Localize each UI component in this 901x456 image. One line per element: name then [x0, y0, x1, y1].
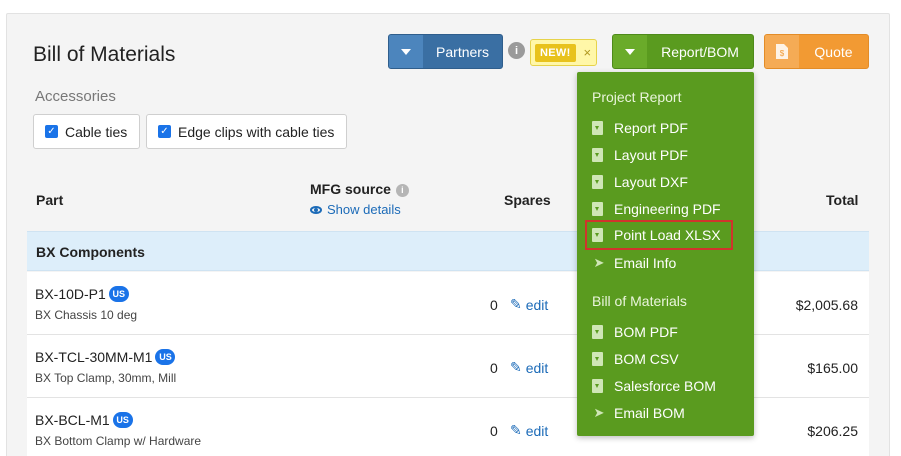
- show-details-link[interactable]: Show details: [310, 202, 401, 217]
- report-bom-dropdown: Project Report Report PDF Layout PDF Lay…: [577, 72, 754, 436]
- menu-item-bom-pdf[interactable]: BOM PDF: [592, 321, 678, 343]
- menu-item-label: Email BOM: [614, 405, 685, 421]
- part-number-text: BX-10D-P1: [35, 286, 106, 302]
- part-description: BX Top Clamp, 30mm, Mill: [35, 371, 177, 385]
- group-label: BX Components: [36, 244, 145, 260]
- file-download-icon: [592, 175, 603, 189]
- paper-plane-icon: ➤: [593, 255, 605, 270]
- file-download-icon: [592, 228, 603, 242]
- edit-link[interactable]: ✎ edit: [510, 296, 548, 313]
- menu-item-layout-dxf[interactable]: Layout DXF: [592, 171, 688, 193]
- chevron-down-icon[interactable]: [389, 35, 423, 68]
- part-number: BX-10D-P1 US: [35, 286, 129, 302]
- quote-button[interactable]: $ Quote: [764, 34, 869, 69]
- column-header-spares: Spares: [504, 192, 551, 208]
- column-header-total: Total: [826, 192, 859, 208]
- part-number: BX-BCL-M1 US: [35, 412, 133, 428]
- menu-item-bom-csv[interactable]: BOM CSV: [592, 348, 679, 370]
- edge-clips-checkbox[interactable]: ✓ Edge clips with cable ties: [146, 114, 348, 149]
- svg-text:$: $: [780, 49, 785, 58]
- row-total: $2,005.68: [795, 297, 858, 313]
- us-badge: US: [112, 412, 133, 428]
- row-total: $165.00: [807, 360, 858, 376]
- report-bom-label: Report/BOM: [661, 43, 739, 60]
- menu-item-label: Report PDF: [614, 120, 688, 136]
- menu-item-label: Layout PDF: [614, 147, 688, 163]
- edit-label: edit: [525, 296, 549, 313]
- cable-ties-label: Cable ties: [65, 123, 128, 140]
- part-number-text: BX-BCL-M1: [35, 412, 110, 428]
- menu-item-report-pdf[interactable]: Report PDF: [592, 117, 688, 139]
- checkbox-checked-icon[interactable]: ✓: [158, 125, 171, 138]
- menu-item-label: Salesforce BOM: [614, 378, 716, 394]
- edit-label: edit: [525, 359, 549, 376]
- menu-item-email-bom[interactable]: ➤ Email BOM: [592, 402, 685, 424]
- project-report-header: Project Report: [592, 89, 682, 105]
- partners-button[interactable]: Partners: [388, 34, 503, 69]
- chevron-down-icon[interactable]: [613, 35, 647, 68]
- dollar-file-icon: $: [765, 35, 799, 68]
- column-header-mfg: MFG source i: [310, 181, 409, 197]
- quote-label: Quote: [814, 43, 853, 60]
- part-description: BX Chassis 10 deg: [35, 308, 138, 322]
- menu-item-point-load-xlsx[interactable]: Point Load XLSX: [585, 220, 733, 250]
- menu-item-label: Engineering PDF: [614, 201, 721, 217]
- file-download-icon: [592, 352, 603, 366]
- file-download-icon: [592, 325, 603, 339]
- spares-qty: 0: [490, 423, 498, 439]
- edit-link[interactable]: ✎ edit: [510, 422, 548, 439]
- menu-item-salesforce-bom[interactable]: Salesforce BOM: [592, 375, 716, 397]
- paper-plane-icon: ➤: [593, 405, 605, 420]
- page-title: Bill of Materials: [33, 43, 176, 66]
- bill-of-materials-header: Bill of Materials: [592, 293, 687, 309]
- cable-ties-checkbox[interactable]: ✓ Cable ties: [33, 114, 141, 149]
- file-download-icon: [592, 148, 603, 162]
- info-icon[interactable]: i: [508, 42, 525, 59]
- show-details-label: Show details: [327, 202, 401, 217]
- us-badge: US: [108, 286, 129, 302]
- edge-clips-label: Edge clips with cable ties: [178, 123, 335, 140]
- us-badge: US: [155, 349, 176, 365]
- file-download-icon: [592, 121, 603, 135]
- row-total: $206.25: [807, 423, 858, 439]
- close-icon[interactable]: ×: [584, 45, 592, 60]
- spares-qty: 0: [490, 360, 498, 376]
- menu-item-label: Layout DXF: [614, 174, 688, 190]
- info-icon[interactable]: i: [395, 183, 409, 197]
- edit-label: edit: [525, 422, 549, 439]
- new-badge-label: NEW!: [535, 43, 576, 62]
- part-number: BX-TCL-30MM-M1 US: [35, 349, 176, 365]
- pencil-icon: ✎: [510, 422, 522, 438]
- mfg-source-label: MFG source: [310, 181, 391, 197]
- new-badge: NEW! ×: [530, 39, 597, 66]
- pencil-icon: ✎: [510, 359, 522, 375]
- edit-link[interactable]: ✎ edit: [510, 359, 548, 376]
- pencil-icon: ✎: [510, 296, 522, 312]
- menu-item-label: BOM CSV: [614, 351, 679, 367]
- menu-item-label: Point Load XLSX: [614, 227, 721, 243]
- eye-icon: [310, 205, 322, 214]
- partners-label: Partners: [436, 43, 489, 60]
- column-header-part: Part: [36, 192, 64, 208]
- menu-item-layout-pdf[interactable]: Layout PDF: [592, 144, 688, 166]
- file-download-icon: [592, 379, 603, 393]
- accessories-label: Accessories: [35, 88, 116, 105]
- menu-item-email-info[interactable]: ➤ Email Info: [592, 252, 677, 274]
- file-download-icon: [592, 202, 603, 216]
- menu-item-label: BOM PDF: [614, 324, 678, 340]
- menu-item-label: Email Info: [614, 255, 677, 271]
- spares-qty: 0: [490, 297, 498, 313]
- report-bom-button[interactable]: Report/BOM: [612, 34, 754, 69]
- part-description: BX Bottom Clamp w/ Hardware: [35, 434, 202, 448]
- menu-item-engineering-pdf[interactable]: Engineering PDF: [592, 198, 721, 220]
- checkbox-checked-icon[interactable]: ✓: [45, 125, 58, 138]
- part-number-text: BX-TCL-30MM-M1: [35, 349, 153, 365]
